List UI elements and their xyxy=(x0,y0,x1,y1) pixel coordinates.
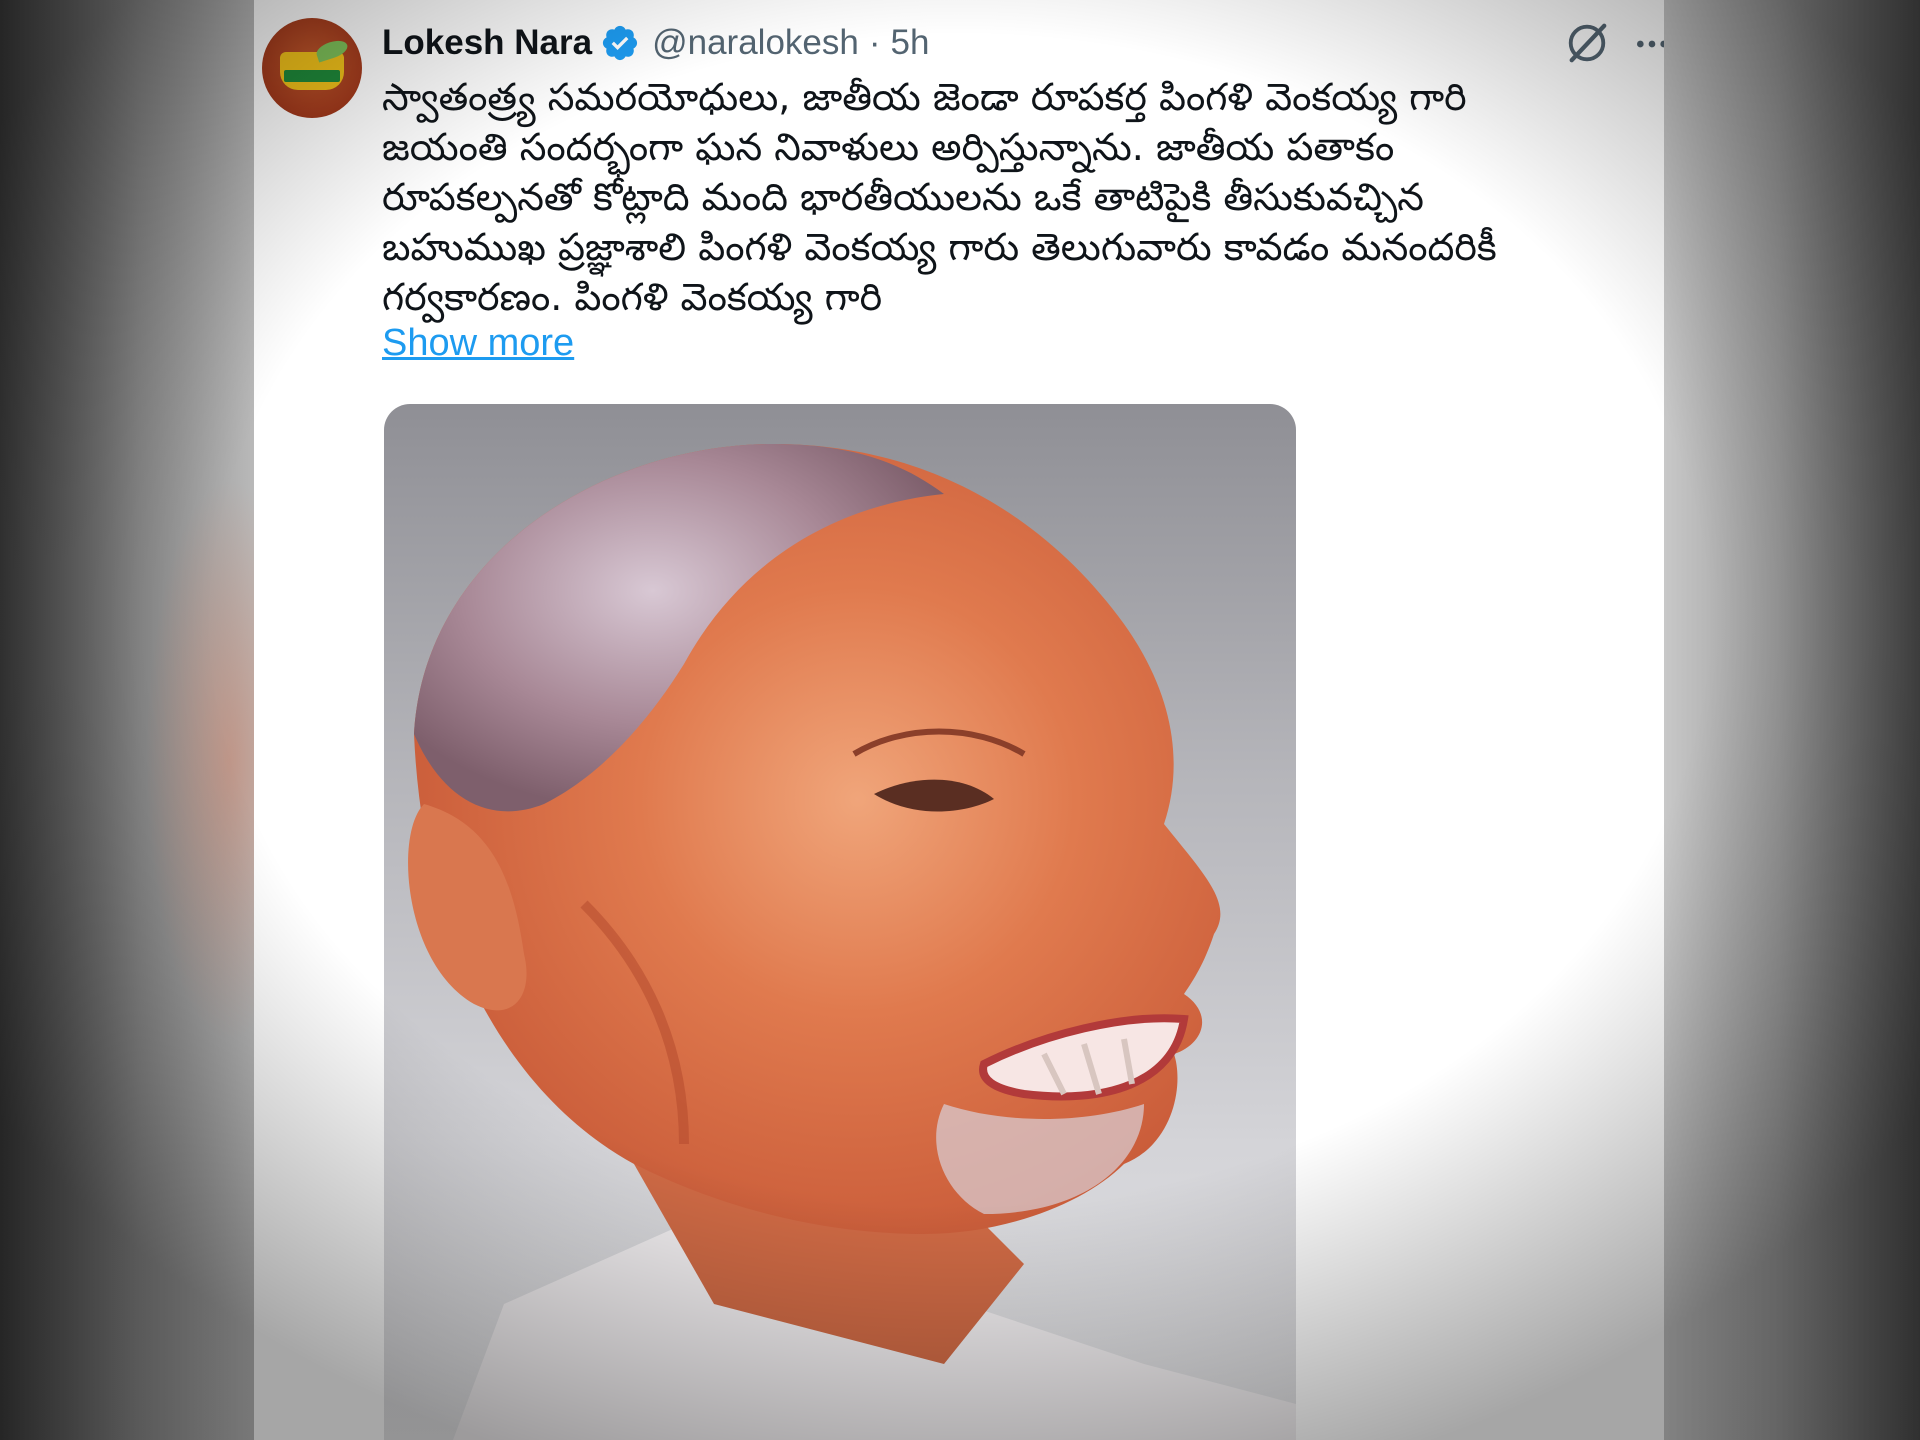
avatar-logo-stripe xyxy=(284,70,340,82)
portrait-illustration xyxy=(408,444,1296,1440)
author-name[interactable]: Lokesh Nara xyxy=(382,23,592,63)
show-more-link[interactable]: Show more xyxy=(382,322,574,365)
separator-dot: · xyxy=(868,23,881,62)
avatar[interactable] xyxy=(262,18,362,118)
more-options-icon[interactable] xyxy=(1632,24,1664,64)
tweet-text: స్వాతంత్ర్య సమరయోధులు, జాతీయ జెండా రూపకర… xyxy=(382,75,1497,319)
author-handle[interactable]: @naralokesh xyxy=(652,23,859,63)
post-time[interactable]: 5h xyxy=(891,23,930,63)
tweet-card[interactable]: Lokesh Nara @naralokesh · 5h స్వాతంత్ర్య… xyxy=(254,0,1664,1440)
verified-badge-icon[interactable] xyxy=(600,23,640,63)
tweet-photo[interactable] xyxy=(384,404,1296,1440)
blurred-background-right xyxy=(1664,0,1920,1440)
tweet-header: Lokesh Nara @naralokesh · 5h xyxy=(382,18,929,68)
blurred-background-left xyxy=(0,0,254,1440)
grok-icon[interactable] xyxy=(1564,20,1610,66)
